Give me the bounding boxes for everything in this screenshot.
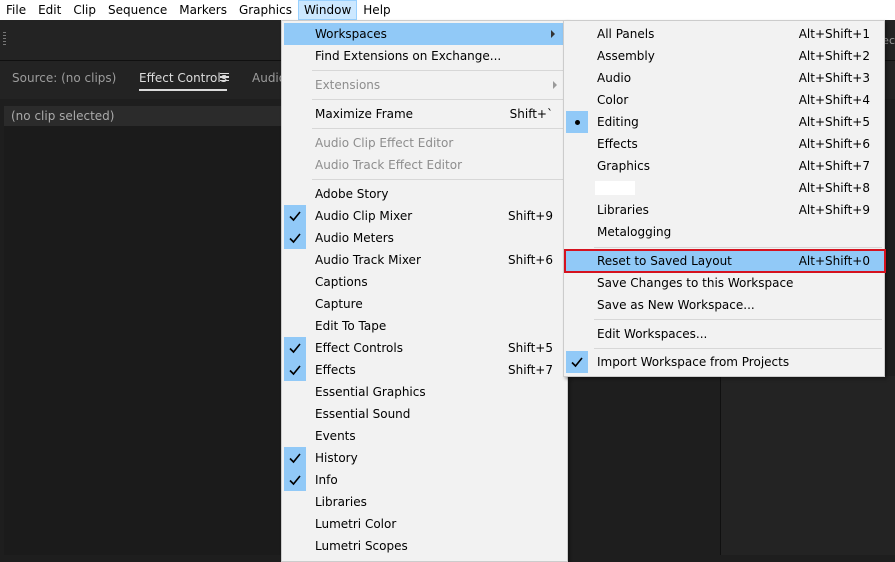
menu-item-audio-meters[interactable]: Audio Meters	[282, 227, 567, 249]
menu-bar: File Edit Clip Sequence Markers Graphics…	[0, 0, 895, 20]
radio-bullet-icon	[566, 111, 588, 133]
menu-window[interactable]: Window	[297, 0, 358, 20]
shortcut-label: Shift+6	[508, 253, 553, 267]
menu-item-extensions: Extensions	[282, 74, 567, 96]
shortcut-label: Alt+Shift+5	[798, 115, 870, 129]
panel-status-text: (no clip selected)	[4, 106, 294, 126]
menu-separator	[312, 128, 565, 129]
menu-separator	[312, 70, 565, 71]
menu-separator	[594, 319, 882, 320]
menu-edit[interactable]: Edit	[32, 0, 67, 20]
drag-grip-icon[interactable]	[3, 32, 6, 46]
menu-item-essential-sound[interactable]: Essential Sound	[282, 403, 567, 425]
workspace-assembly[interactable]: Assembly Alt+Shift+2	[564, 45, 884, 67]
menu-item-capture[interactable]: Capture	[282, 293, 567, 315]
chevron-right-icon	[553, 81, 557, 89]
workspace-redacted[interactable]: Alt+Shift+8	[564, 177, 884, 199]
shortcut-label: Shift+5	[508, 341, 553, 355]
right-panel-area	[721, 376, 895, 555]
shortcut-label: Alt+Shift+3	[798, 71, 870, 85]
shortcut-label: Alt+Shift+4	[798, 93, 870, 107]
checkmark-icon	[284, 359, 306, 381]
shortcut-label: Shift+9	[508, 209, 553, 223]
menu-item-audio-track-effect-editor: Audio Track Effect Editor	[315, 158, 462, 172]
shortcut-label: Shift+`	[509, 107, 553, 121]
menu-separator	[312, 99, 565, 100]
menu-item-essential-graphics[interactable]: Essential Graphics	[282, 381, 567, 403]
menu-item-audio-clip-mixer[interactable]: Audio Clip Mixer Shift+9	[282, 205, 567, 227]
workspace-graphics[interactable]: Graphics Alt+Shift+7	[564, 155, 884, 177]
workspace-metalogging[interactable]: Metalogging	[564, 221, 884, 243]
menu-separator	[312, 179, 565, 180]
tab-effect-controls[interactable]: Effect Controls	[139, 71, 227, 91]
menu-separator	[594, 247, 882, 248]
menu-help[interactable]: Help	[357, 0, 396, 20]
effect-controls-panel	[4, 106, 294, 555]
workspace-audio[interactable]: Audio Alt+Shift+3	[564, 67, 884, 89]
menu-item-save-new-workspace[interactable]: Save as New Workspace...	[564, 294, 884, 316]
workspace-libraries[interactable]: Libraries Alt+Shift+9	[564, 199, 884, 221]
shortcut-label: Alt+Shift+8	[798, 181, 870, 195]
menu-item-lumetri-color[interactable]: Lumetri Color	[282, 513, 567, 535]
menu-item-find-extensions[interactable]: Find Extensions on Exchange...	[282, 45, 567, 67]
menu-item-save-changes[interactable]: Save Changes to this Workspace	[564, 272, 884, 294]
checkmark-icon	[566, 351, 588, 373]
shortcut-label: Alt+Shift+2	[798, 49, 870, 63]
workspace-all-panels[interactable]: All Panels Alt+Shift+1	[564, 23, 884, 45]
menu-item-effect-controls[interactable]: Effect Controls Shift+5	[282, 337, 567, 359]
shortcut-label: Alt+Shift+6	[798, 137, 870, 151]
shortcut-label: Alt+Shift+7	[798, 159, 870, 173]
menu-graphics[interactable]: Graphics	[233, 0, 298, 20]
workspace-editing[interactable]: Editing Alt+Shift+5	[564, 111, 884, 133]
menu-markers[interactable]: Markers	[173, 0, 233, 20]
checkmark-icon	[284, 469, 306, 491]
shortcut-label: Shift+7	[508, 363, 553, 377]
workspace-color[interactable]: Color Alt+Shift+4	[564, 89, 884, 111]
menu-item-libraries[interactable]: Libraries	[282, 491, 567, 513]
workspace-effects[interactable]: Effects Alt+Shift+6	[564, 133, 884, 155]
chevron-right-icon	[551, 30, 555, 38]
workspaces-submenu: All Panels Alt+Shift+1 Assembly Alt+Shif…	[563, 20, 886, 377]
tab-source[interactable]: Source: (no clips)	[12, 71, 116, 85]
redacted-label	[595, 181, 635, 195]
checkmark-icon	[284, 205, 306, 227]
annotation-highlight-box	[564, 249, 886, 273]
menu-item-effects[interactable]: Effects Shift+7	[282, 359, 567, 381]
menu-item-edit-workspaces[interactable]: Edit Workspaces...	[564, 323, 884, 345]
menu-file[interactable]: File	[0, 0, 32, 20]
panel-menu-icon[interactable]	[220, 73, 229, 81]
checkmark-icon	[284, 227, 306, 249]
menu-item-workspaces[interactable]: Workspaces	[284, 23, 565, 45]
menu-item-audio-clip-effect-editor: Audio Clip Effect Editor	[315, 136, 454, 150]
menu-item-audio-track-mixer[interactable]: Audio Track Mixer Shift+6	[282, 249, 567, 271]
shortcut-label: Alt+Shift+9	[798, 203, 870, 217]
menu-item-captions[interactable]: Captions	[282, 271, 567, 293]
program-panel-area	[567, 376, 720, 555]
menu-separator	[594, 348, 882, 349]
menu-item-maximize-frame[interactable]: Maximize Frame Shift+`	[282, 103, 567, 125]
menu-item-events[interactable]: Events	[282, 425, 567, 447]
menu-item-history[interactable]: History	[282, 447, 567, 469]
window-menu: Workspaces Find Extensions on Exchange..…	[281, 20, 568, 562]
checkmark-icon	[284, 447, 306, 469]
menu-item-info[interactable]: Info	[282, 469, 567, 491]
menu-clip[interactable]: Clip	[67, 0, 102, 20]
menu-item-lumetri-scopes[interactable]: Lumetri Scopes	[282, 535, 567, 557]
menu-item-adobe-story[interactable]: Adobe Story	[282, 183, 567, 205]
menu-item-edit-to-tape[interactable]: Edit To Tape	[282, 315, 567, 337]
shortcut-label: Alt+Shift+1	[798, 27, 870, 41]
checkmark-icon	[284, 337, 306, 359]
menu-sequence[interactable]: Sequence	[102, 0, 173, 20]
menu-item-import-workspace[interactable]: Import Workspace from Projects	[564, 351, 884, 373]
menu-item-reset-to-saved-layout[interactable]: Reset to Saved Layout Alt+Shift+0	[564, 249, 886, 273]
